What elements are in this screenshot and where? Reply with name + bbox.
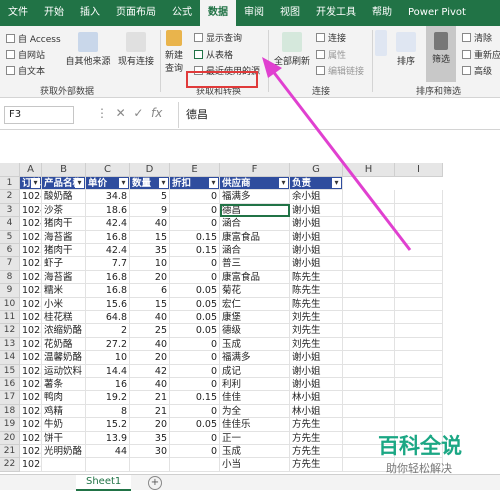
watermark-subtitle: 助你轻松解决 <box>386 462 452 475</box>
annotation-arrow <box>262 57 412 251</box>
arrow-line <box>270 69 412 251</box>
sheet-tab-sheet1[interactable]: Sheet1 <box>76 475 132 491</box>
arrow-head <box>262 57 282 78</box>
watermark-logo: 百科全说 助你轻松解决 <box>378 430 496 478</box>
add-sheet-button[interactable]: + <box>148 476 162 490</box>
watermark-title: 百科全说 <box>378 434 462 458</box>
